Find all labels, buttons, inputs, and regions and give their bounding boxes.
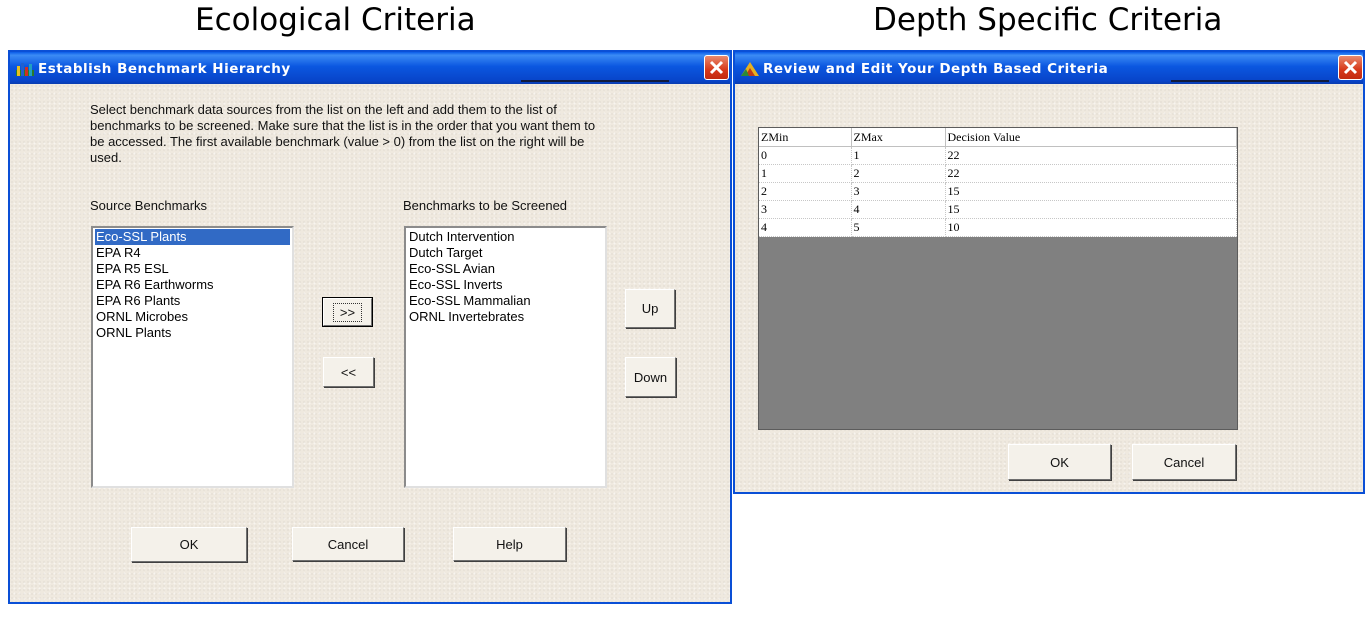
- benchmarks-screened-label: Benchmarks to be Screened: [403, 198, 568, 213]
- table-row[interactable]: 3 4 15: [759, 200, 1237, 219]
- cancel-button[interactable]: Cancel: [292, 527, 404, 561]
- list-item[interactable]: ORNL Invertebrates: [408, 309, 603, 325]
- list-item[interactable]: ORNL Plants: [95, 325, 290, 341]
- move-down-button[interactable]: Down: [625, 357, 676, 397]
- dialog-title: Review and Edit Your Depth Based Criteri…: [763, 61, 1109, 77]
- table-row[interactable]: 1 2 22: [759, 164, 1237, 183]
- list-item[interactable]: ORNL Microbes: [95, 309, 290, 325]
- remove-button-label: <<: [340, 364, 357, 380]
- list-item[interactable]: EPA R6 Earthworms: [95, 277, 290, 293]
- list-item[interactable]: Dutch Intervention: [408, 229, 603, 245]
- decision-value-cell[interactable]: 15: [945, 200, 1237, 219]
- zmax-cell[interactable]: 3: [851, 182, 946, 201]
- cancel-button-label: Cancel: [1163, 454, 1205, 470]
- depth-specific-criteria-caption: Depth Specific Criteria: [873, 2, 1223, 38]
- source-benchmarks-label: Source Benchmarks: [90, 198, 208, 213]
- table-row[interactable]: 0 1 22: [759, 146, 1237, 165]
- decision-value-cell[interactable]: 22: [945, 146, 1237, 165]
- close-button[interactable]: [704, 55, 729, 80]
- column-header[interactable]: ZMin: [759, 128, 852, 147]
- zmax-cell[interactable]: 2: [851, 164, 946, 183]
- chart-app-icon: [16, 63, 34, 76]
- depth-criteria-grid[interactable]: ZMin ZMax Decision Value 0 1 22 1 2 22 2…: [758, 127, 1238, 430]
- list-item[interactable]: Eco-SSL Inverts: [408, 277, 603, 293]
- benchmark-hierarchy-dialog: Establish Benchmark Hierarchy Select ben…: [8, 50, 732, 604]
- map-app-icon: [741, 62, 759, 76]
- zmin-cell[interactable]: 4: [759, 218, 852, 237]
- benchmarks-screened-list[interactable]: Dutch Intervention Dutch Target Eco-SSL Av…: [404, 226, 607, 488]
- decision-value-cell[interactable]: 22: [945, 164, 1237, 183]
- list-item[interactable]: EPA R5 ESL: [95, 261, 290, 277]
- dialog-title: Establish Benchmark Hierarchy: [38, 61, 291, 77]
- decision-value-cell[interactable]: 10: [945, 218, 1237, 237]
- column-header[interactable]: Decision Value: [945, 128, 1237, 147]
- table-row[interactable]: 2 3 15: [759, 182, 1237, 201]
- ok-button-label: OK: [179, 537, 199, 552]
- move-up-button-label: Up: [641, 301, 659, 316]
- help-button[interactable]: Help: [453, 527, 566, 561]
- ecological-criteria-caption: Ecological Criteria: [195, 2, 476, 38]
- table-row[interactable]: 4 5 10: [759, 218, 1237, 237]
- zmax-cell[interactable]: 4: [851, 200, 946, 219]
- move-up-button[interactable]: Up: [625, 289, 675, 328]
- zmin-cell[interactable]: 2: [759, 182, 852, 201]
- depth-criteria-table: ZMin ZMax Decision Value 0 1 22 1 2 22 2…: [759, 128, 1237, 237]
- add-button[interactable]: >>: [322, 297, 373, 327]
- depth-criteria-dialog: Review and Edit Your Depth Based Criteri…: [733, 50, 1365, 494]
- zmin-cell[interactable]: 0: [759, 146, 852, 165]
- zmax-cell[interactable]: 5: [851, 218, 946, 237]
- header-row: ZMin ZMax Decision Value: [759, 128, 1237, 147]
- zmin-cell[interactable]: 1: [759, 164, 852, 183]
- zmin-cell[interactable]: 3: [759, 200, 852, 219]
- list-item[interactable]: Eco-SSL Mammalian: [408, 293, 603, 309]
- move-down-button-label: Down: [633, 369, 668, 385]
- list-item[interactable]: Eco-SSL Plants: [94, 228, 291, 246]
- column-header[interactable]: ZMax: [851, 128, 946, 147]
- ok-button[interactable]: OK: [131, 527, 247, 562]
- cancel-button[interactable]: Cancel: [1132, 444, 1236, 480]
- cancel-button-label: Cancel: [327, 536, 369, 552]
- titlebar: Establish Benchmark Hierarchy: [10, 52, 730, 84]
- zmax-cell[interactable]: 1: [851, 146, 946, 165]
- list-item[interactable]: EPA R6 Plants: [95, 293, 290, 309]
- source-benchmarks-list[interactable]: Eco-SSL Plants EPA R4 EPA R5 ESL EPA R6 Ear…: [91, 226, 294, 488]
- titlebar: Review and Edit Your Depth Based Criteri…: [735, 52, 1363, 84]
- close-icon: [1343, 60, 1358, 75]
- decision-value-cell[interactable]: 15: [945, 182, 1237, 201]
- close-button[interactable]: [1338, 55, 1363, 80]
- list-item[interactable]: Eco-SSL Avian: [408, 261, 603, 277]
- remove-button[interactable]: <<: [323, 357, 374, 387]
- instructions-text: Select benchmark data sources from the l…: [90, 102, 596, 165]
- close-icon: [709, 60, 724, 75]
- ok-button[interactable]: OK: [1008, 444, 1111, 480]
- list-item[interactable]: EPA R4: [95, 245, 290, 261]
- list-item[interactable]: Dutch Target: [408, 245, 603, 261]
- ok-button-label: OK: [1050, 454, 1069, 470]
- help-button-label: Help: [496, 536, 523, 552]
- add-button-label: >>: [332, 302, 363, 322]
